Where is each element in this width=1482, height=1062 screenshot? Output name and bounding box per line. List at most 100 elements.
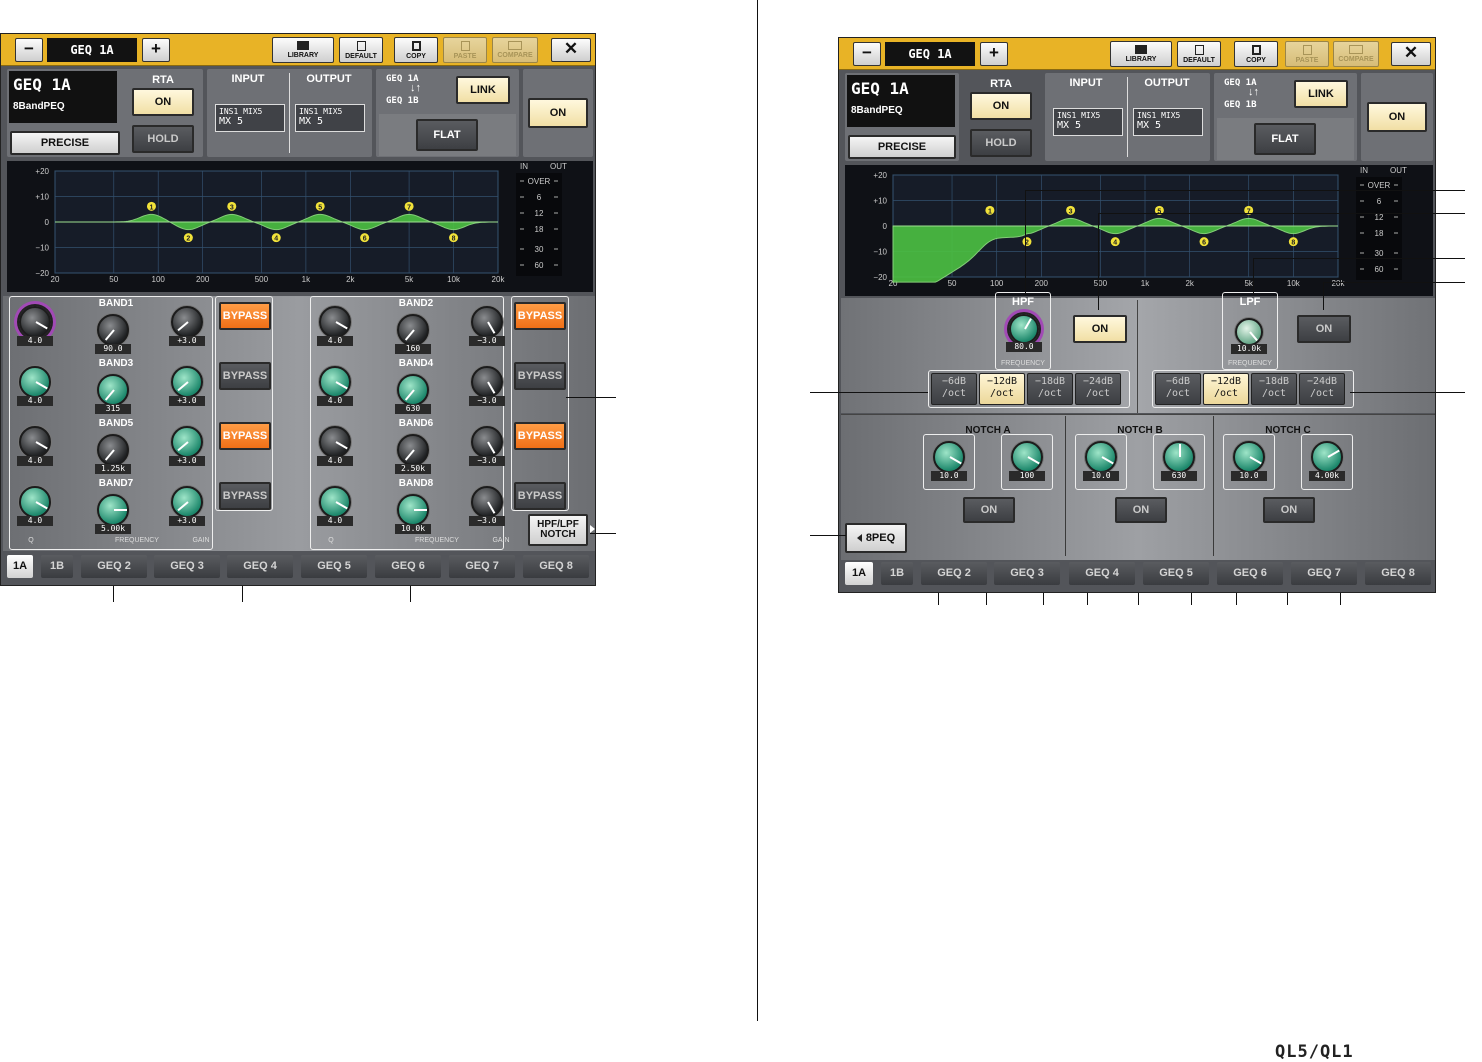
bypass-button[interactable]: BYPASS [514, 362, 566, 390]
link-button-2[interactable]: LINK [1294, 80, 1348, 108]
tab-1b[interactable]: 1B [881, 562, 913, 585]
eq-on-button[interactable]: ON [528, 98, 588, 128]
notch-q-knob[interactable] [933, 441, 965, 473]
hold-button-2[interactable]: HOLD [970, 129, 1032, 157]
tab-1b[interactable]: 1B [41, 555, 73, 578]
frequency-knob[interactable] [397, 314, 429, 346]
paste-button-2[interactable]: PASTE [1285, 41, 1329, 67]
tab-geq-7[interactable]: GEQ 7 [449, 555, 515, 578]
tab-geq-6[interactable]: GEQ 6 [1217, 562, 1283, 585]
output-port-button[interactable]: INS1 MIX5 MX 5 [295, 104, 365, 132]
tab-1a[interactable]: 1A [7, 555, 33, 578]
hpf-lpf-notch-button[interactable]: HPF/LPF NOTCH [528, 514, 588, 546]
paste-button[interactable]: PASTE [443, 37, 487, 63]
input-port-button-2[interactable]: INS1 MIX5 MX 5 [1053, 108, 1123, 136]
lpf-slope-button[interactable]: −6dB/oct [1155, 373, 1201, 405]
copy-button-2[interactable]: COPY [1234, 41, 1278, 67]
lpf-on-button[interactable]: ON [1297, 315, 1351, 343]
lpf-slope-button[interactable]: −12dB/oct [1203, 373, 1249, 405]
notch-q-knob[interactable] [1085, 441, 1117, 473]
minus-button-2[interactable]: − [853, 42, 881, 66]
bypass-button[interactable]: BYPASS [219, 482, 271, 510]
q-knob[interactable] [319, 366, 351, 398]
gain-knob[interactable] [171, 486, 203, 518]
notch-frequency-knob[interactable] [1311, 441, 1343, 473]
bypass-button[interactable]: BYPASS [219, 362, 271, 390]
q-knob[interactable] [319, 426, 351, 458]
notch-frequency-knob[interactable] [1011, 441, 1043, 473]
q-knob[interactable] [19, 486, 51, 518]
hpf-slope-button[interactable]: −18dB/oct [1027, 373, 1073, 405]
q-knob[interactable] [19, 426, 51, 458]
output-port-button-2[interactable]: INS1 MIX5 MX 5 [1133, 108, 1203, 136]
notch-on-button[interactable]: ON [1263, 497, 1315, 523]
gain-knob[interactable] [171, 426, 203, 458]
frequency-knob[interactable] [97, 374, 129, 406]
hpf-slope-button[interactable]: −12dB/oct [979, 373, 1025, 405]
hpf-slope-button[interactable]: −6dB/oct [931, 373, 977, 405]
gain-knob[interactable] [471, 366, 503, 398]
tab-geq-2[interactable]: GEQ 2 [81, 555, 147, 578]
lpf-frequency-knob[interactable] [1235, 318, 1263, 346]
notch-q-knob[interactable] [1233, 441, 1265, 473]
bypass-button[interactable]: BYPASS [514, 302, 566, 330]
notch-on-button[interactable]: ON [1115, 497, 1167, 523]
bypass-button[interactable]: BYPASS [219, 302, 271, 330]
tab-geq-3[interactable]: GEQ 3 [994, 562, 1060, 585]
rta-on-button[interactable]: ON [132, 88, 194, 116]
bypass-button[interactable]: BYPASS [219, 422, 271, 450]
flat-button-2[interactable]: FLAT [1254, 123, 1316, 155]
lpf-slope-button[interactable]: −18dB/oct [1251, 373, 1297, 405]
notch-frequency-knob[interactable] [1163, 441, 1195, 473]
hpf-slope-button[interactable]: −24dB/oct [1075, 373, 1121, 405]
notch-on-button[interactable]: ON [963, 497, 1015, 523]
tab-geq-7[interactable]: GEQ 7 [1291, 562, 1357, 585]
frequency-knob[interactable] [97, 494, 129, 526]
plus-button[interactable]: + [142, 38, 170, 62]
tab-geq-8[interactable]: GEQ 8 [523, 555, 589, 578]
close-button-2[interactable]: ✕ [1391, 42, 1431, 66]
precise-button[interactable]: PRECISE [10, 131, 120, 155]
bypass-button[interactable]: BYPASS [514, 482, 566, 510]
bypass-button[interactable]: BYPASS [514, 422, 566, 450]
hold-button[interactable]: HOLD [132, 125, 194, 153]
frequency-knob[interactable] [397, 374, 429, 406]
tab-geq-5[interactable]: GEQ 5 [1143, 562, 1209, 585]
lpf-slope-button[interactable]: −24dB/oct [1299, 373, 1345, 405]
compare-button-2[interactable]: COMPARE [1333, 41, 1379, 67]
rta-on-button-2[interactable]: ON [970, 92, 1032, 120]
tab-geq-4[interactable]: GEQ 4 [227, 555, 293, 578]
q-knob[interactable] [19, 306, 51, 338]
flat-button[interactable]: FLAT [416, 119, 478, 151]
q-knob[interactable] [319, 486, 351, 518]
default-button[interactable]: DEFAULT [339, 37, 383, 63]
tab-geq-6[interactable]: GEQ 6 [375, 555, 441, 578]
frequency-knob[interactable] [97, 314, 129, 346]
back-to-8peq-button[interactable]: 8PEQ [845, 523, 907, 553]
gain-knob[interactable] [171, 366, 203, 398]
compare-button[interactable]: COMPARE [492, 37, 538, 63]
tab-geq-8[interactable]: GEQ 8 [1365, 562, 1431, 585]
default-button-2[interactable]: DEFAULT [1177, 41, 1221, 67]
gain-knob[interactable] [471, 426, 503, 458]
hpf-frequency-knob[interactable] [1009, 314, 1039, 344]
plus-button-2[interactable]: + [980, 42, 1008, 66]
close-button[interactable]: ✕ [551, 38, 591, 62]
link-button[interactable]: LINK [456, 76, 510, 104]
library-button[interactable]: LIBRARY [272, 37, 334, 63]
eq-on-button-2[interactable]: ON [1367, 102, 1427, 132]
frequency-knob[interactable] [397, 434, 429, 466]
frequency-knob[interactable] [97, 434, 129, 466]
minus-button[interactable]: − [15, 38, 43, 62]
input-port-button[interactable]: INS1 MIX5 MX 5 [215, 104, 285, 132]
hpf-on-button[interactable]: ON [1073, 315, 1127, 343]
gain-knob[interactable] [471, 486, 503, 518]
q-knob[interactable] [19, 366, 51, 398]
tab-geq-3[interactable]: GEQ 3 [154, 555, 220, 578]
gain-knob[interactable] [171, 306, 203, 338]
q-knob[interactable] [319, 306, 351, 338]
copy-button[interactable]: COPY [394, 37, 438, 63]
tab-1a[interactable]: 1A [845, 562, 873, 585]
library-button-2[interactable]: LIBRARY [1110, 41, 1172, 67]
frequency-knob[interactable] [397, 494, 429, 526]
